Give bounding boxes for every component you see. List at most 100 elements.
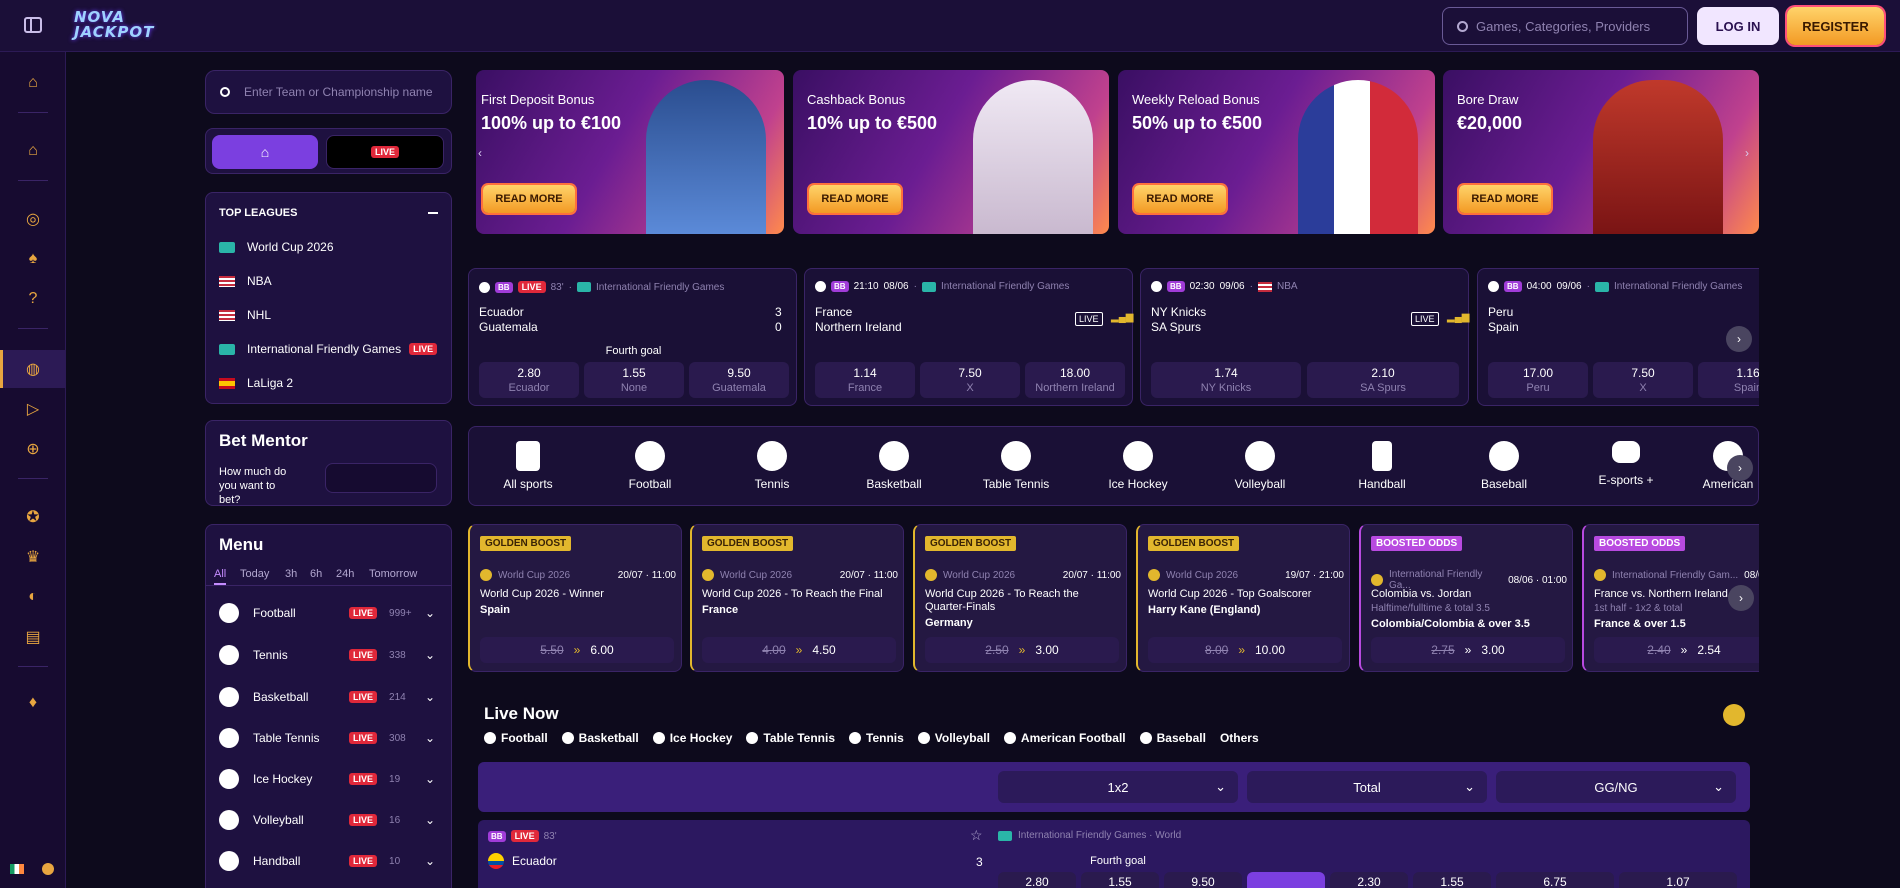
odd-button[interactable]: 7.50 X [920, 362, 1020, 398]
boosted-odd-button[interactable]: 5.50» 6.00 [480, 637, 674, 663]
odd-button[interactable]: 18.00 Northern Ireland [1025, 362, 1125, 398]
filter-basketball[interactable]: Basketball [561, 731, 639, 745]
sport-ice-hockey[interactable]: Ice Hockey [1083, 441, 1193, 491]
menu-filter-3h[interactable]: 3h [285, 568, 297, 580]
menu-item-handball[interactable]: Handball LIVE 10 ⌄ [219, 844, 437, 878]
live-event-row[interactable]: BB LIVE 83' ☆ International Friendly Gam… [478, 820, 1750, 888]
gamepad-icon[interactable]: ⊕ [22, 438, 44, 460]
boosted-odd-button[interactable]: 8.00» 10.00 [1148, 637, 1342, 663]
casino-chip-icon[interactable]: ◎ [22, 208, 44, 230]
sport-tennis[interactable]: Tennis [717, 441, 827, 491]
next-arrow-button[interactable]: › [1728, 585, 1754, 611]
filter-table-tennis[interactable]: Table Tennis [746, 731, 835, 745]
menu-filter-today[interactable]: Today [240, 568, 269, 580]
promotions-icon[interactable]: ⌂ [22, 72, 44, 94]
favorite-star-icon[interactable]: ☆ [970, 827, 983, 844]
sidebar-search-input[interactable]: Enter Team or Championship name [205, 70, 452, 114]
promo-banner[interactable]: Weekly Reload Bonus 50% up to €500 READ … [1118, 70, 1435, 234]
home-tab[interactable]: ⌂ [212, 135, 318, 169]
vip-diamond-icon[interactable]: ♦ [22, 692, 44, 714]
market-dropdown[interactable]: 1x2 ⌄ [998, 771, 1238, 803]
odd-button[interactable]: 1.55 [1081, 872, 1159, 888]
sport-football[interactable]: Football [595, 441, 705, 491]
trophy-icon[interactable]: ♛ [22, 546, 44, 568]
market-dropdown[interactable]: GG/NG ⌄ [1496, 771, 1736, 803]
filter-ice-hockey[interactable]: Ice Hockey [652, 731, 732, 745]
menu-item-ice-hockey[interactable]: Ice Hockey LIVE 19 ⌄ [219, 762, 437, 796]
odd-button[interactable]: 7.50 X [1593, 362, 1693, 398]
login-button[interactable]: LOG IN [1697, 7, 1779, 45]
bet-amount-input[interactable] [325, 463, 437, 493]
league-item[interactable]: LaLiga 2 [219, 371, 444, 395]
collapse-icon[interactable] [428, 212, 438, 214]
menu-filter-all[interactable]: All [214, 568, 227, 585]
league-item[interactable]: NHL [219, 303, 444, 327]
help-chat-icon[interactable] [42, 863, 54, 875]
sport-esports[interactable]: E-sports + [1571, 441, 1681, 487]
odd-button[interactable]: 1.55 None [584, 362, 684, 398]
odd-button-selected[interactable] [1247, 872, 1325, 888]
odd-button[interactable]: 2.80 Ecuador [479, 362, 579, 398]
match-card[interactable]: BB LIVE 83' · International Friendly Gam… [468, 268, 797, 406]
match-card[interactable]: BB 02:30 09/06 · NBA NY Knicks SA Spurs … [1140, 268, 1469, 406]
menu-filter-6h[interactable]: 6h [310, 568, 322, 580]
sport-table-tennis[interactable]: Table Tennis [961, 441, 1071, 491]
odd-button[interactable]: 1.55 [1413, 872, 1491, 888]
menu-item-volleyball[interactable]: Volleyball LIVE 16 ⌄ [219, 803, 437, 837]
boost-card[interactable]: GOLDEN BOOST World Cup 2026 20/07 · 11:00… [913, 524, 1127, 672]
league-item[interactable]: International Friendly Games LIVE [219, 337, 444, 361]
menu-item-football[interactable]: Football LIVE 999+ ⌄ [219, 596, 437, 630]
search-input[interactable]: Games, Categories, Providers [1442, 7, 1688, 45]
league-item[interactable]: World Cup 2026 [219, 235, 444, 259]
odd-button[interactable]: 1.16Spain [1698, 362, 1759, 398]
sport-basketball[interactable]: Basketball [839, 441, 949, 491]
logo[interactable]: NOVA JACKPOT [74, 10, 184, 42]
live-now-collapse-icon[interactable] [1723, 704, 1745, 726]
league-item[interactable]: NBA [219, 269, 444, 293]
promo-banner[interactable]: Cashback Bonus 10% up to €500 READ MORE [793, 70, 1109, 234]
read-more-button[interactable]: READ MORE [809, 185, 901, 213]
next-arrow-button[interactable]: › [1726, 326, 1752, 352]
promo-banner[interactable]: First Deposit Bonus 100% up to €100 READ… [476, 70, 784, 234]
odd-button[interactable]: 1.14 France [815, 362, 915, 398]
boosted-odd-button[interactable]: 2.75» 3.00 [1371, 637, 1565, 663]
read-more-button[interactable]: READ MORE [1459, 185, 1551, 213]
odd-button[interactable]: 9.50 Guatemala [689, 362, 789, 398]
filter-baseball[interactable]: Baseball [1139, 731, 1206, 745]
odd-button[interactable]: 17.00 Peru [1488, 362, 1588, 398]
odd-button[interactable]: 2.80 [998, 872, 1076, 888]
match-card[interactable]: BB 04:00 09/06 · International Friendly … [1477, 268, 1759, 406]
language-flag-icon[interactable] [10, 864, 24, 874]
odd-button[interactable]: 2.10 SA Spurs [1307, 362, 1459, 398]
chevron-left-icon[interactable]: ‹ [478, 146, 482, 160]
odd-button[interactable]: 1.74 NY Knicks [1151, 362, 1301, 398]
boosted-odd-button[interactable]: 4.00» 4.50 [702, 637, 896, 663]
odd-button[interactable]: 2.30 [1330, 872, 1408, 888]
odd-button[interactable]: 1.07 [1619, 872, 1737, 888]
boost-card[interactable]: GOLDEN BOOST World Cup 2026 20/07 · 11:00… [468, 524, 682, 672]
menu-item-table-tennis[interactable]: Table Tennis LIVE 308 ⌄ [219, 721, 437, 755]
help-icon[interactable]: ? [22, 288, 44, 310]
promo-banner[interactable]: Bore Draw €20,000 READ MORE › [1443, 70, 1759, 234]
home-icon[interactable]: ⌂ [22, 140, 44, 162]
odd-button[interactable]: 9.50 [1164, 872, 1242, 888]
filter-american-football[interactable]: American Football [1003, 731, 1126, 745]
market-dropdown[interactable]: Total ⌄ [1247, 771, 1487, 803]
boosted-odd-button[interactable]: 2.40» 2.54 [1594, 637, 1759, 663]
read-more-button[interactable]: READ MORE [483, 185, 575, 213]
sport-all-sports[interactable]: All sports [473, 441, 583, 491]
calendar-icon[interactable]: ▤ [22, 626, 44, 648]
wheel-icon[interactable]: ◐ [22, 586, 44, 608]
filter-volleyball[interactable]: Volleyball [917, 731, 990, 745]
boost-card[interactable]: BOOSTED ODDS International Friendly Gam.… [1582, 524, 1759, 672]
match-card[interactable]: BB 21:10 08/06 · International Friendly … [804, 268, 1133, 406]
medal-icon[interactable]: ✪ [22, 506, 44, 528]
filter-tennis[interactable]: Tennis [849, 731, 904, 745]
sport-volleyball[interactable]: Volleyball [1205, 441, 1315, 491]
sport-handball[interactable]: Handball [1327, 441, 1437, 491]
boost-card[interactable]: BOOSTED ODDS International Friendly Ga..… [1359, 524, 1573, 672]
boosted-odd-button[interactable]: 2.50» 3.00 [925, 637, 1119, 663]
odd-button[interactable]: 6.75 [1496, 872, 1614, 888]
menu-item-tennis[interactable]: Tennis LIVE 338 ⌄ [219, 638, 437, 672]
boost-card[interactable]: GOLDEN BOOST World Cup 2026 20/07 · 11:00… [690, 524, 904, 672]
